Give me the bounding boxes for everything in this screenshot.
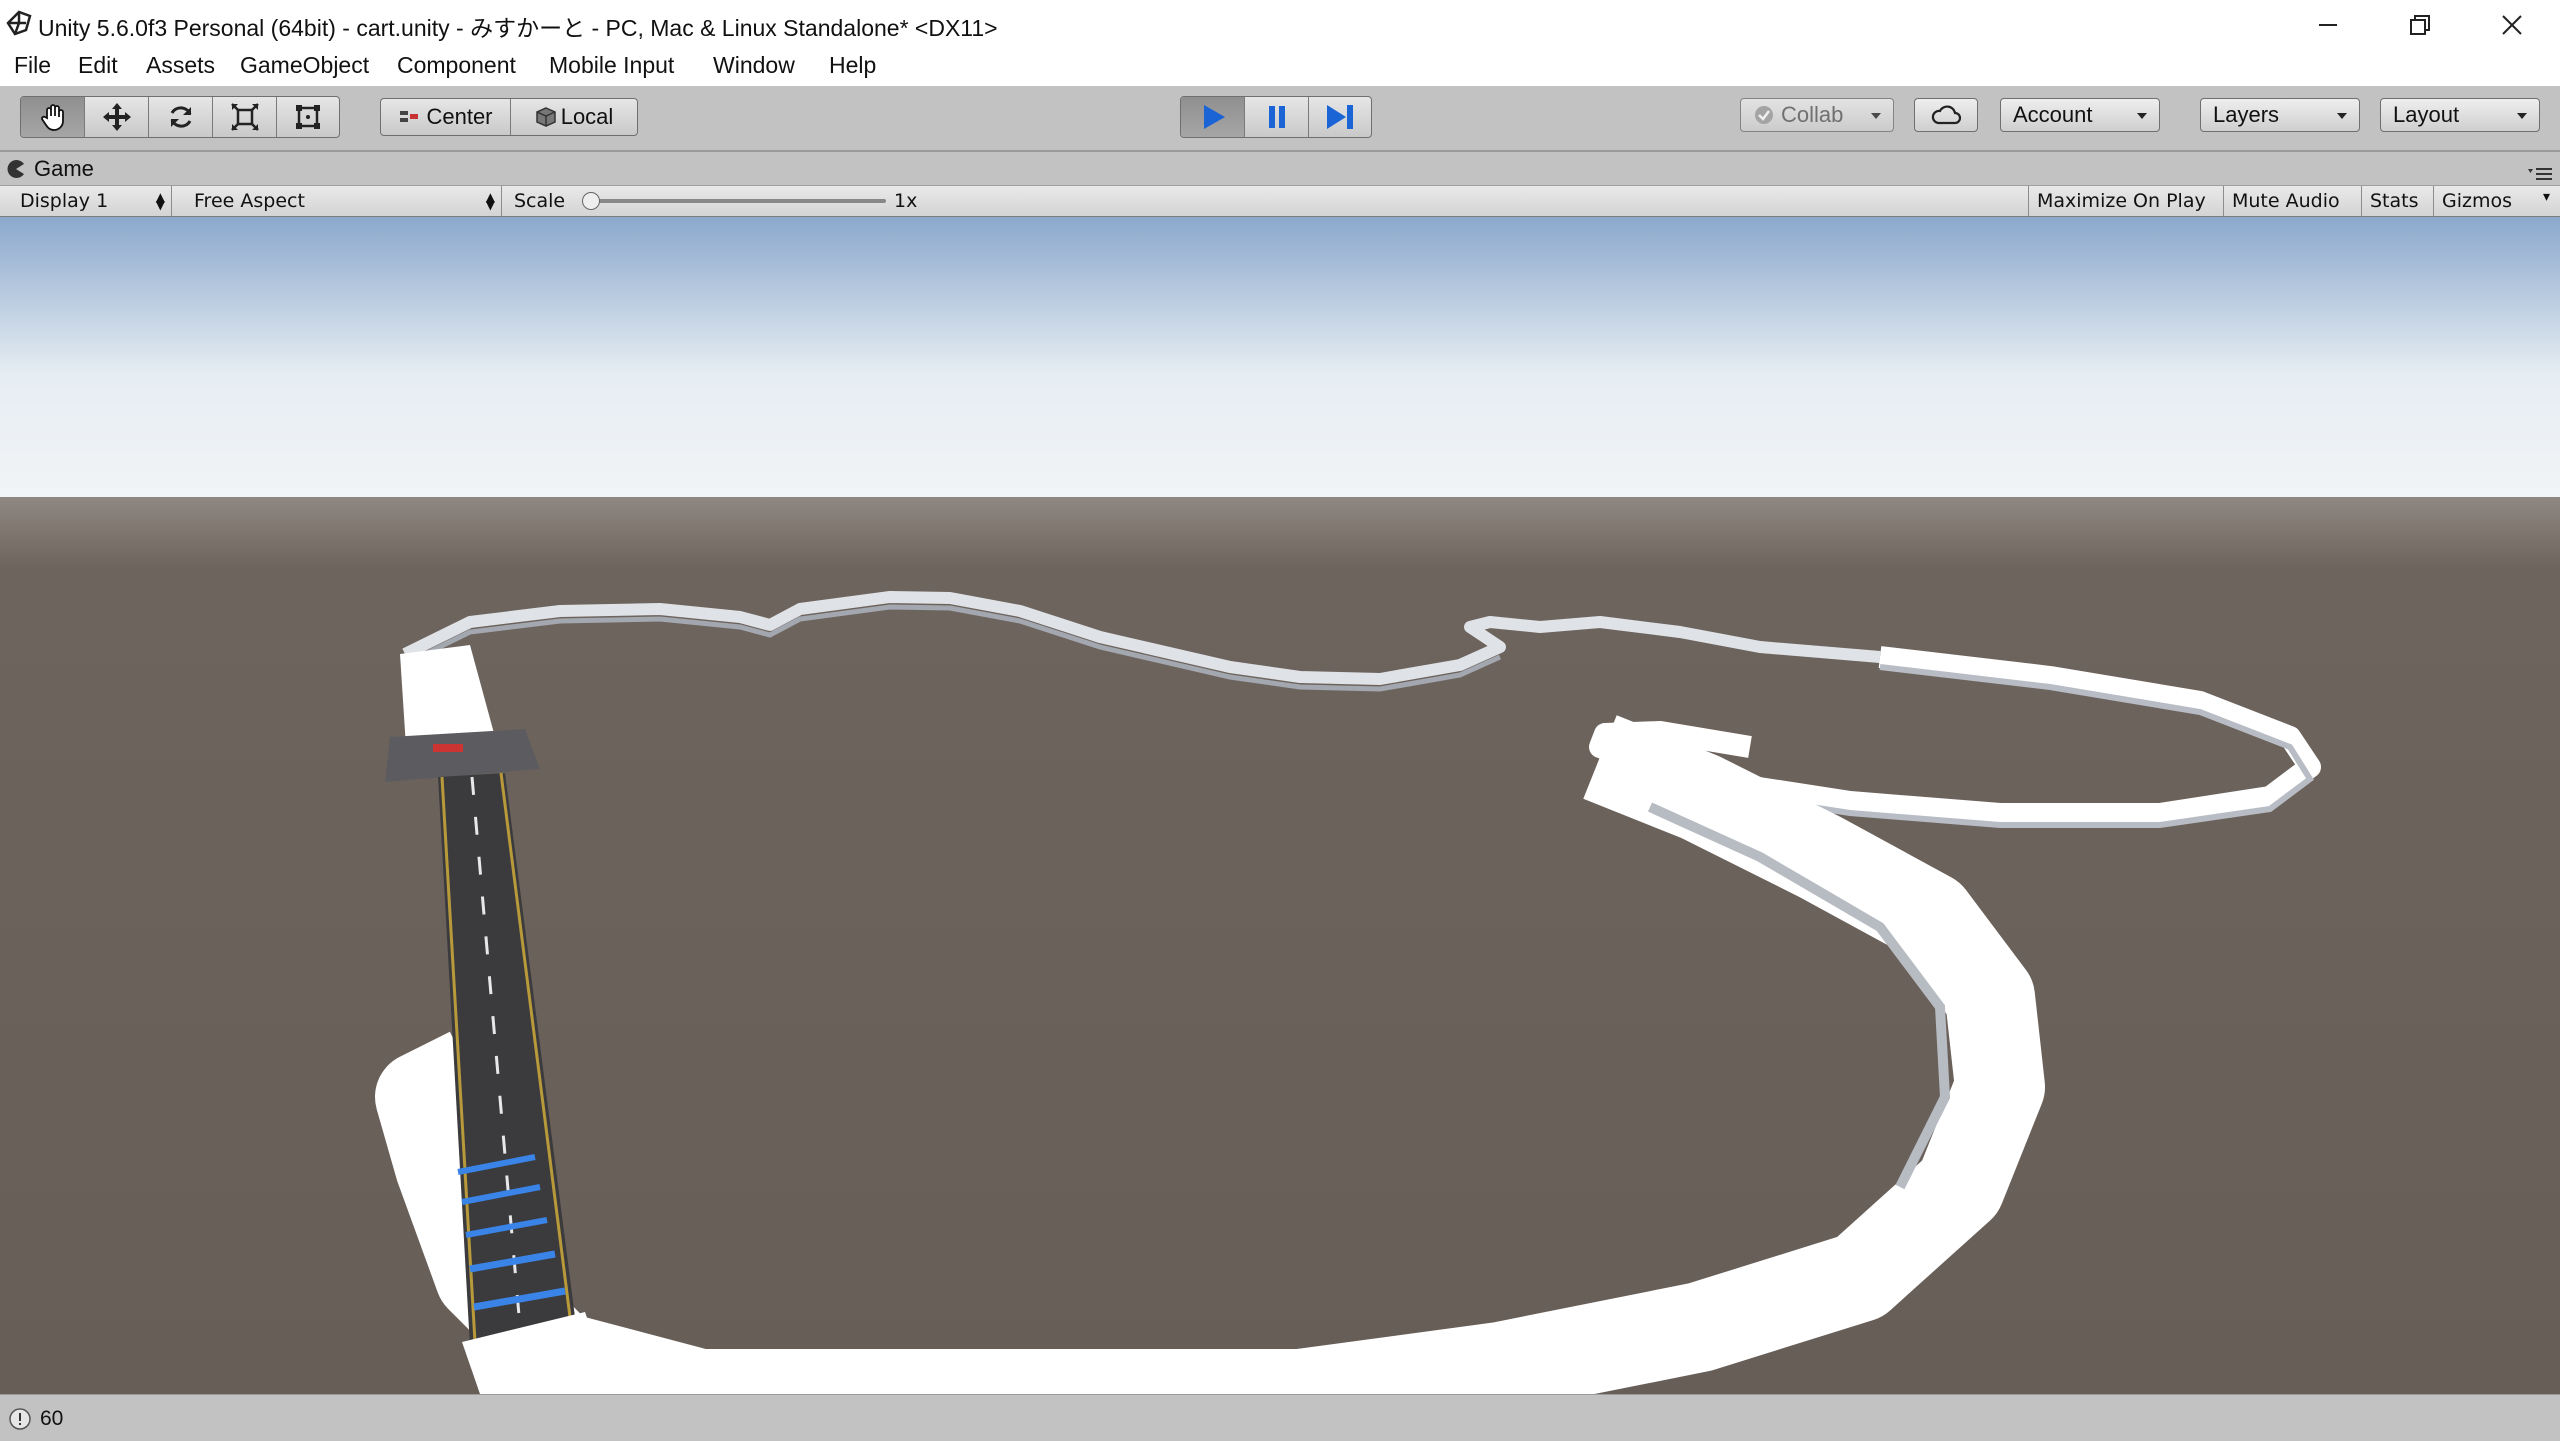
play-button[interactable] (1181, 97, 1245, 137)
status-message: 60 (40, 1407, 64, 1430)
display-updown-icon: ▲ ▼ (155, 190, 165, 212)
pivot-space-group: Center Local (380, 98, 638, 136)
game-view-toolbar: Display 1 ▲ ▼ Free Aspect ▲ ▼ Scale 1x Max… (0, 185, 2560, 217)
close-icon (2502, 15, 2522, 35)
pause-button[interactable] (1245, 97, 1309, 137)
layers-dropdown[interactable]: Layers (2200, 98, 2360, 132)
hand-tool-button[interactable] (21, 97, 85, 137)
gizmos-dropdown[interactable]: Gizmos ▾ (2434, 186, 2554, 216)
layout-label: Layout (2393, 102, 2460, 127)
aspect-dropdown[interactable]: Free Aspect ▲ ▼ (186, 186, 502, 216)
menu-help[interactable]: Help (829, 52, 876, 79)
space-label: Local (560, 104, 614, 129)
scale-slider-thumb[interactable] (582, 192, 600, 210)
account-dropdown[interactable]: Account (2000, 98, 2160, 132)
account-arrow-icon (2137, 113, 2147, 119)
game-render (0, 217, 2560, 1394)
pivot-center-button[interactable]: Center (381, 99, 511, 135)
pause-icon (1268, 106, 1285, 128)
rect-tool-button[interactable] (277, 97, 339, 137)
menu-gameobject[interactable]: GameObject (240, 52, 369, 79)
cloud-button[interactable] (1914, 98, 1978, 132)
menu-mobile-input[interactable]: Mobile Input (549, 52, 674, 79)
game-tab-bar: Game (0, 152, 2560, 185)
menu-window[interactable]: Window (713, 52, 795, 79)
scale-icon (230, 103, 259, 131)
move-icon (102, 103, 131, 131)
gizmos-label: Gizmos (2442, 190, 2513, 212)
rect-tool-icon (296, 105, 320, 129)
tab-menu-icon[interactable] (2528, 166, 2554, 182)
check-icon (1755, 106, 1773, 124)
transform-tools (20, 96, 340, 138)
restore-icon (2410, 15, 2430, 35)
display-label: Display 1 (20, 190, 109, 212)
layout-dropdown[interactable]: Layout (2380, 98, 2540, 132)
account-label: Account (2013, 102, 2093, 127)
pivot-label: Center (426, 104, 493, 129)
step-button[interactable] (1309, 97, 1371, 137)
scale-tool-button[interactable] (213, 97, 277, 137)
collab-dropdown[interactable]: Collab (1740, 98, 1894, 132)
scale-label: Scale (514, 190, 566, 212)
menu-edit[interactable]: Edit (78, 52, 118, 79)
start-marker (433, 744, 463, 752)
hand-icon (40, 104, 64, 131)
ground (0, 497, 2560, 1394)
restore-button[interactable] (2374, 0, 2466, 50)
maximize-on-play-toggle[interactable]: Maximize On Play (2028, 186, 2224, 216)
collab-label: Collab (1781, 102, 1844, 127)
menu-assets[interactable]: Assets (146, 52, 215, 79)
menu-component[interactable]: Component (397, 52, 516, 79)
aspect-label: Free Aspect (194, 190, 305, 212)
aspect-updown-icon: ▲ ▼ (485, 190, 495, 212)
stats-toggle[interactable]: Stats (2362, 186, 2434, 216)
main-toolbar: Center Local Collab Account Layers Layou… (0, 86, 2560, 152)
scale-slider-track[interactable] (590, 199, 886, 203)
pacman-icon (7, 159, 24, 178)
local-cube-icon (535, 107, 556, 127)
layers-label: Layers (2213, 102, 2280, 127)
layers-arrow-icon (2337, 113, 2347, 119)
game-tab[interactable]: Game (6, 152, 126, 185)
mute-label: Mute Audio (2232, 190, 2340, 212)
space-local-button[interactable]: Local (511, 99, 637, 135)
layout-arrow-icon (2517, 113, 2527, 119)
title-bar: Unity 5.6.0f3 Personal (64bit) - cart.un… (0, 0, 2560, 50)
game-tab-label: Game (34, 155, 94, 181)
rotate-tool-button[interactable] (149, 97, 213, 137)
mute-audio-toggle[interactable]: Mute Audio (2224, 186, 2362, 216)
unity-logo-icon (6, 10, 32, 36)
move-tool-button[interactable] (85, 97, 149, 137)
status-bar: 60 (0, 1394, 2560, 1441)
minimize-icon (2319, 24, 2337, 26)
menu-bar: File Edit Assets GameObject Component Mo… (0, 50, 2560, 87)
display-dropdown[interactable]: Display 1 ▲ ▼ (12, 186, 172, 216)
scale-control: Scale 1x (506, 186, 926, 216)
menu-file[interactable]: File (14, 52, 51, 79)
pivot-icon (400, 111, 419, 122)
scale-value: 1x (894, 190, 918, 212)
info-icon (9, 1408, 31, 1430)
rotate-icon (170, 106, 191, 128)
collab-arrow-icon (1871, 113, 1881, 119)
step-icon (1327, 105, 1353, 129)
window-title: Unity 5.6.0f3 Personal (64bit) - cart.un… (38, 15, 998, 41)
cloud-icon (1931, 105, 1962, 125)
game-viewport[interactable] (0, 217, 2560, 1394)
sky (0, 217, 2560, 502)
close-button[interactable] (2466, 0, 2558, 50)
stats-label: Stats (2370, 190, 2419, 212)
play-icon (1203, 105, 1225, 129)
maximize-label: Maximize On Play (2037, 190, 2206, 212)
gizmos-arrow-icon: ▾ (2542, 189, 2550, 205)
play-controls (1180, 96, 1372, 138)
minimize-button[interactable] (2282, 0, 2374, 50)
